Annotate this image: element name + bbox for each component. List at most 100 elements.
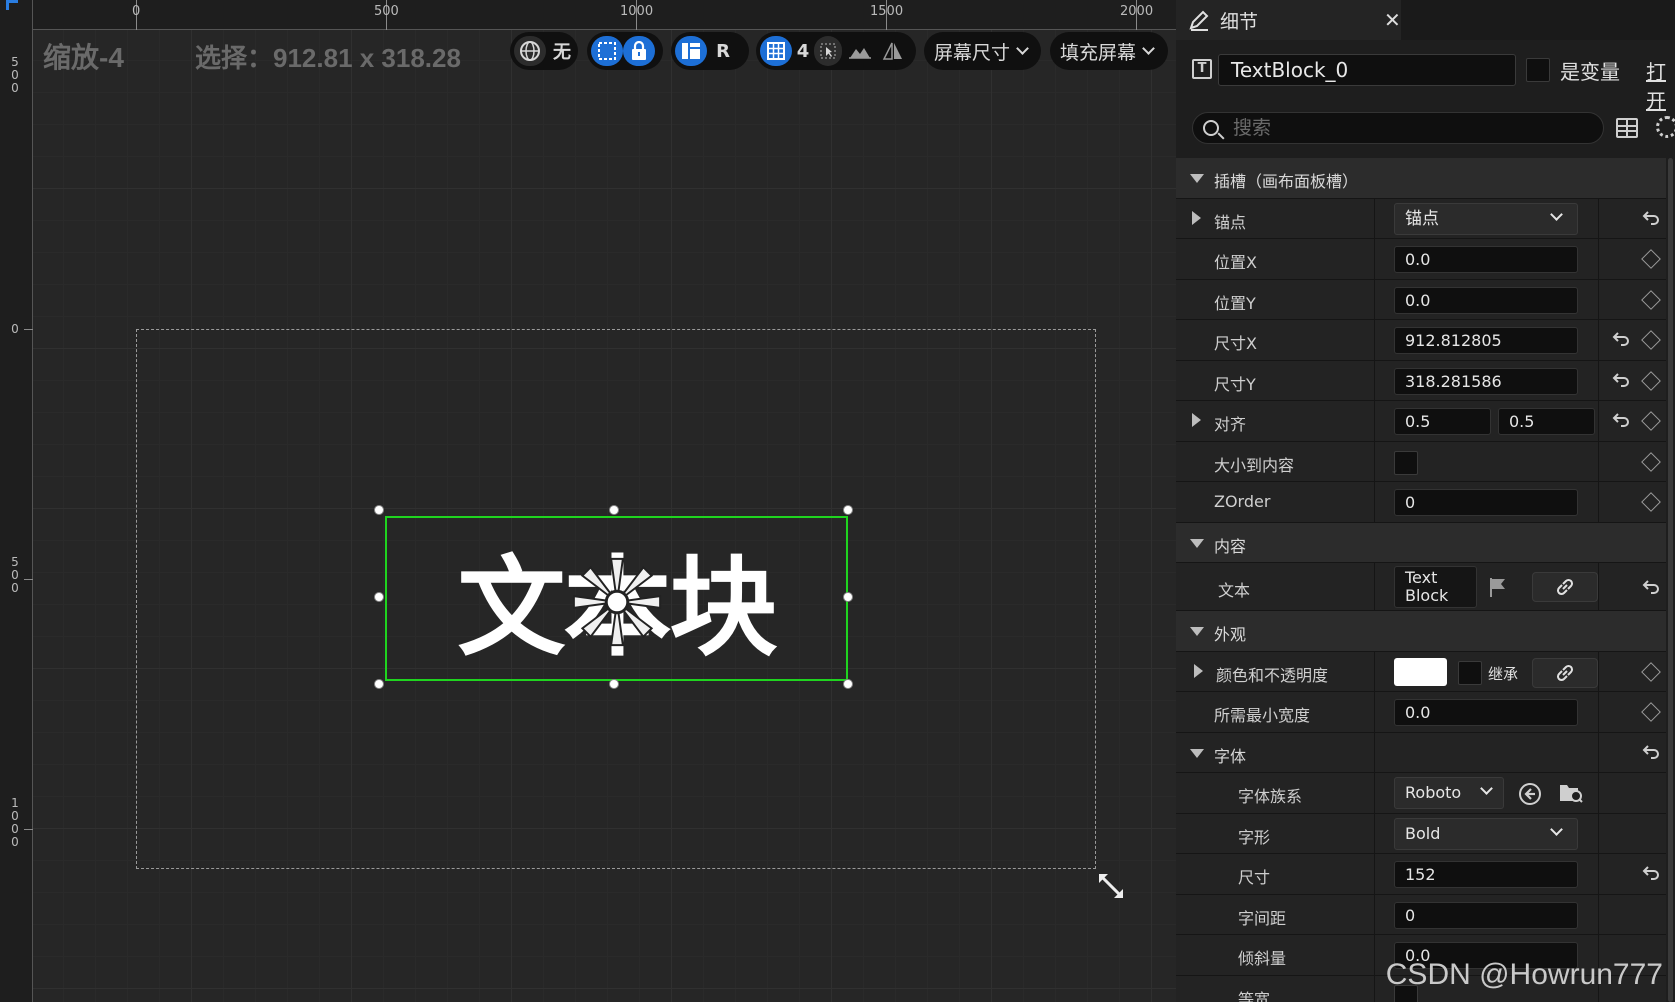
prop-label: 大小到内容	[1214, 455, 1295, 475]
respect-locks-button[interactable]: R	[707, 36, 739, 66]
keyframe-diamond-icon[interactable]	[1641, 492, 1661, 512]
alignment-y-field[interactable]: 0.5	[1498, 408, 1595, 435]
details-search-box[interactable]	[1192, 112, 1604, 144]
layout-icon[interactable]	[675, 36, 707, 66]
reset-arrow-icon[interactable]	[1642, 864, 1660, 880]
marquee-select-icon[interactable]	[591, 36, 623, 66]
section-content[interactable]: 内容	[1176, 522, 1666, 563]
position-y-field[interactable]: 0.0	[1394, 286, 1578, 314]
details-panel: 细节 ✕ T TextBlock_0 是变量 打开 插槽（画布面板槽	[1176, 0, 1675, 1002]
browse-back-icon[interactable]	[1518, 782, 1542, 806]
canvas-resize-icon[interactable]	[1096, 871, 1126, 901]
image-icon[interactable]	[844, 36, 876, 66]
ruler-label: 1500	[870, 4, 904, 19]
prop-label: 所需最小宽度	[1214, 706, 1311, 725]
property-matrix-icon[interactable]	[1616, 118, 1638, 138]
cursor-select-icon[interactable]	[814, 36, 842, 66]
keyframe-diamond-icon[interactable]	[1641, 289, 1661, 310]
resize-handle-bottom[interactable]	[609, 679, 619, 689]
letter-spacing-field[interactable]: 0	[1394, 901, 1578, 929]
prop-font-family: 字体族系 Roboto	[1176, 773, 1666, 814]
ruler-left: 500 0 500 1000	[0, 0, 33, 1002]
folder-search-icon[interactable]	[1558, 781, 1584, 805]
typeface-dropdown[interactable]: Bold	[1394, 817, 1578, 850]
gear-icon[interactable]	[1656, 116, 1675, 138]
anchor-dropdown[interactable]: 锚点	[1394, 202, 1578, 235]
ruler-label: 2000	[1120, 4, 1154, 19]
details-scrollbar[interactable]	[1668, 158, 1673, 1002]
position-x-field[interactable]: 0.0	[1394, 246, 1578, 273]
inherit-checkbox[interactable]	[1458, 660, 1482, 685]
resize-handle-top[interactable]	[609, 505, 619, 515]
keyframe-diamond-icon[interactable]	[1641, 370, 1661, 391]
bind-button[interactable]	[1532, 572, 1598, 602]
screen-size-label: 屏幕尺寸	[934, 41, 1011, 64]
details-tab[interactable]: 细节 ✕	[1176, 0, 1401, 40]
is-variable-checkbox[interactable]	[1526, 58, 1550, 82]
collapse-arrow-icon	[1190, 627, 1204, 636]
fill-screen-dropdown[interactable]: 填充屏幕	[1050, 32, 1168, 70]
expand-arrow-icon[interactable]	[1192, 413, 1201, 427]
alignment-x-field[interactable]: 0.5	[1394, 408, 1491, 435]
widget-name-field[interactable]: TextBlock_0	[1218, 54, 1516, 86]
prop-label: 等宽	[1238, 989, 1271, 1002]
widget-name-row: T TextBlock_0 是变量 打开	[1176, 40, 1675, 113]
lock-icon[interactable]	[623, 36, 655, 66]
expand-arrow-icon[interactable]	[1192, 210, 1201, 225]
resize-handle-top-left[interactable]	[374, 505, 384, 515]
designer-viewport[interactable]: 0 500 1000 1500 2000 500 0 500 1000 缩放-4…	[0, 0, 1176, 1002]
expand-arrow-icon[interactable]	[1194, 663, 1203, 678]
reset-arrow-icon[interactable]	[1642, 578, 1660, 594]
section-appearance[interactable]: 外观	[1176, 611, 1666, 652]
world-mode-none-button[interactable]: 无	[546, 36, 578, 66]
section-font[interactable]: 字体	[1176, 732, 1666, 773]
details-tab-title: 细节	[1220, 10, 1259, 33]
zoom-label: 缩放-4	[43, 42, 124, 73]
keyframe-diamond-icon[interactable]	[1641, 451, 1661, 472]
screen-size-dropdown[interactable]: 屏幕尺寸	[924, 32, 1041, 70]
reset-arrow-icon[interactable]	[1612, 371, 1630, 387]
open-link[interactable]: 打开	[1646, 56, 1675, 114]
reset-arrow-icon[interactable]	[1642, 743, 1660, 759]
search-input[interactable]	[1233, 115, 1593, 141]
resize-handle-right[interactable]	[843, 592, 853, 602]
reset-arrow-icon[interactable]	[1642, 209, 1660, 225]
resize-handle-left[interactable]	[374, 592, 384, 602]
keyframe-diamond-icon[interactable]	[1641, 249, 1661, 269]
collapse-arrow-icon	[1190, 174, 1204, 183]
font-family-dropdown[interactable]: Roboto	[1394, 777, 1504, 809]
pencil-icon	[1189, 10, 1209, 31]
font-size-field[interactable]: 152	[1394, 861, 1578, 888]
color-swatch[interactable]	[1394, 657, 1447, 686]
reset-arrow-icon[interactable]	[1612, 330, 1630, 346]
bind-button[interactable]	[1532, 657, 1598, 688]
grid-size-value[interactable]: 4	[794, 36, 812, 66]
resize-handle-bottom-right[interactable]	[843, 679, 853, 689]
selection-outline[interactable]	[385, 516, 848, 681]
close-icon[interactable]: ✕	[1384, 8, 1401, 32]
section-title: 内容	[1214, 536, 1247, 556]
keyframe-diamond-icon[interactable]	[1641, 411, 1661, 431]
localization-flag-icon[interactable]	[1488, 576, 1508, 598]
anchor-dropdown-value: 锚点	[1405, 208, 1439, 229]
text-value-field[interactable]: Text Block	[1394, 566, 1477, 608]
mirror-icon[interactable]	[878, 36, 908, 66]
collapse-arrow-icon	[1190, 538, 1204, 548]
keyframe-diamond-icon[interactable]	[1641, 330, 1661, 350]
prop-label: 倾斜量	[1238, 949, 1287, 968]
keyframe-diamond-icon[interactable]	[1641, 661, 1661, 682]
keyframe-diamond-icon[interactable]	[1641, 702, 1661, 722]
section-slot[interactable]: 插槽（画布面板槽）	[1176, 158, 1666, 199]
resize-handle-bottom-left[interactable]	[374, 679, 384, 689]
zorder-field[interactable]: 0	[1394, 489, 1578, 516]
section-title: 外观	[1214, 625, 1247, 644]
reset-arrow-icon[interactable]	[1612, 411, 1630, 427]
globe-icon[interactable]	[514, 36, 546, 66]
size-y-field[interactable]: 318.281586	[1394, 367, 1578, 395]
size-x-field[interactable]: 912.812805	[1394, 327, 1578, 354]
min-width-field[interactable]: 0.0	[1394, 699, 1578, 726]
resize-handle-top-right[interactable]	[843, 505, 853, 515]
selection-size-label: 选择：912.81 x 318.28	[195, 43, 461, 73]
grid-icon[interactable]	[760, 36, 792, 66]
size-to-content-checkbox[interactable]	[1394, 450, 1418, 475]
